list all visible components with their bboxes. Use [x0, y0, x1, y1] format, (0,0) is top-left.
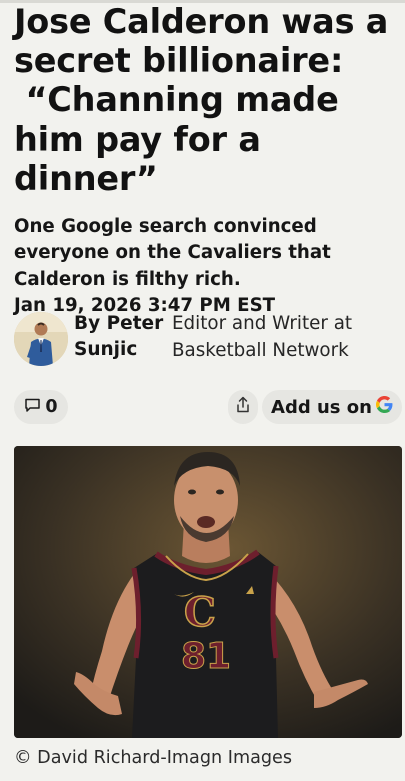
- share-icon: [235, 396, 251, 419]
- article-photo[interactable]: C 81: [14, 446, 402, 738]
- add-us-label: Add us on: [271, 396, 372, 418]
- author-name[interactable]: By Peter Sunjic: [74, 311, 170, 364]
- author-role: Editor and Writer at Basketball Network: [172, 313, 353, 361]
- jersey-number: 81: [181, 636, 231, 677]
- article-deck: One Google search convinced everyone on …: [14, 215, 331, 290]
- author-byline: By Peter Sunjic Editor and Writer at Bas…: [14, 311, 398, 369]
- article-actions: 0 Add us on: [14, 390, 402, 424]
- google-logo-icon: [375, 396, 393, 418]
- author-avatar[interactable]: [14, 312, 68, 366]
- article-headline: Jose Calderon was a secret billionaire: …: [14, 2, 389, 198]
- add-us-on-google-button[interactable]: Add us on: [262, 390, 402, 424]
- comment-count: 0: [45, 397, 58, 417]
- share-button[interactable]: [228, 390, 258, 424]
- svg-text:C: C: [184, 589, 216, 636]
- comment-icon: [24, 397, 41, 418]
- article-header: Jose Calderon was a secret billionaire: …: [14, 2, 398, 320]
- photo-caption: © David Richard-Imagn Images: [14, 748, 293, 768]
- comments-button[interactable]: 0: [14, 390, 68, 424]
